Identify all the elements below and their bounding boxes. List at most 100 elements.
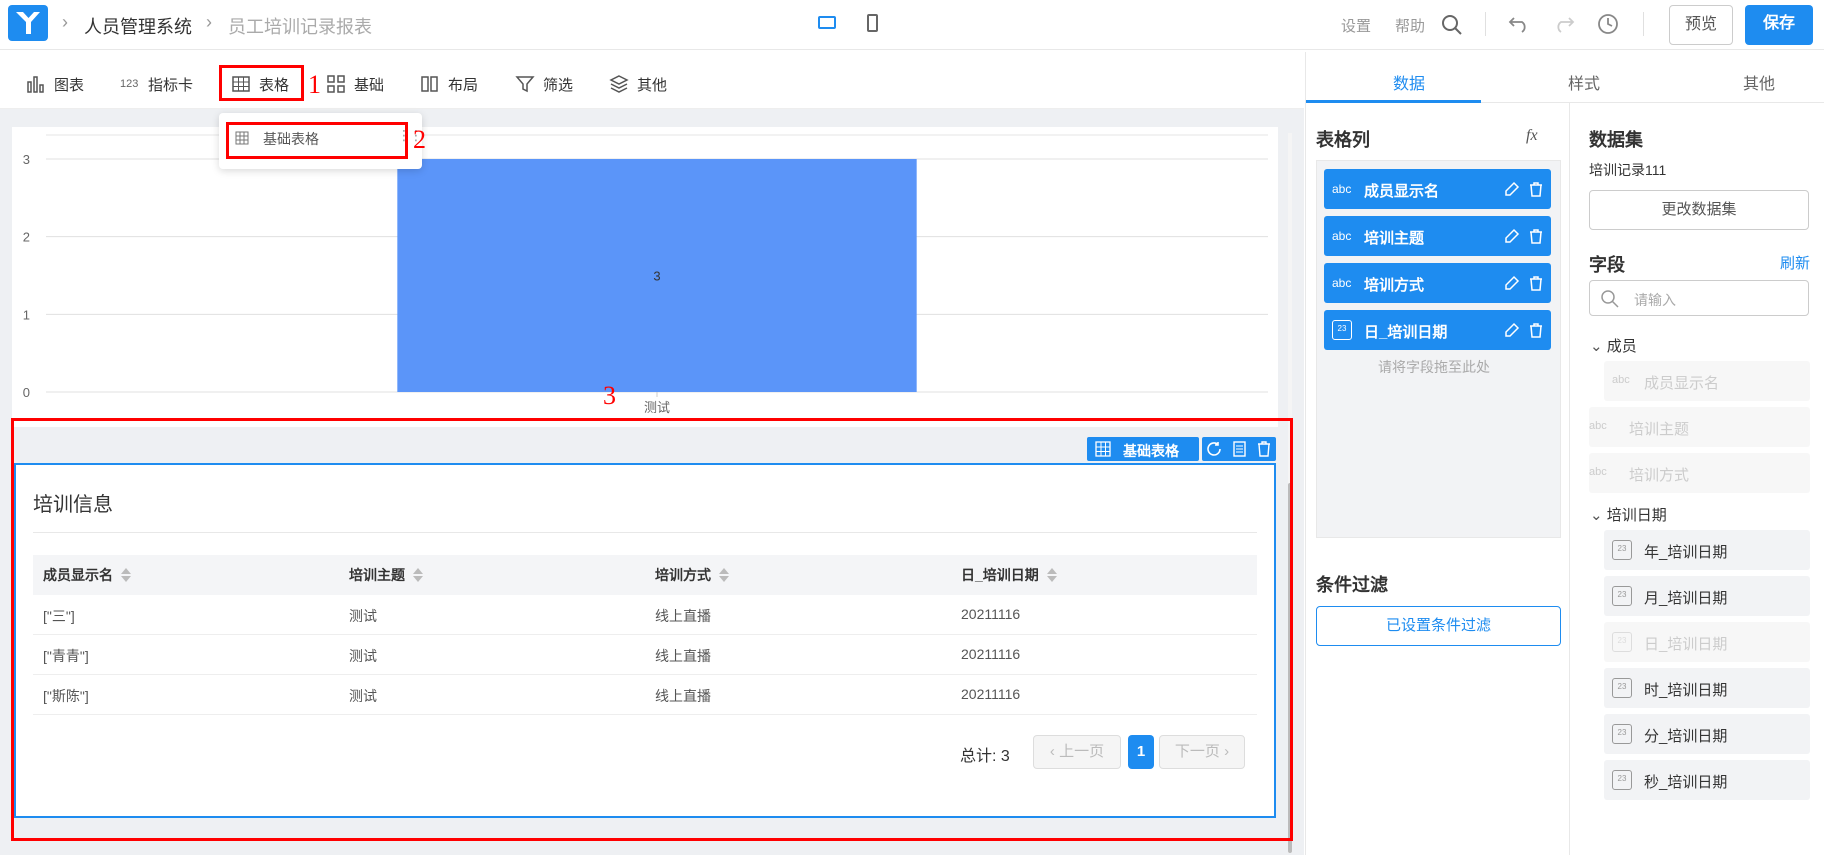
toolbar-other[interactable]: 其他: [609, 74, 667, 94]
field-group-label: 培训日期: [1606, 507, 1667, 524]
toolbar-chart[interactable]: 图表: [26, 74, 84, 94]
annotation-number: 3: [603, 381, 616, 410]
divider: [1485, 12, 1486, 36]
bar-chart-widget[interactable]: 0 1 2 3 3 测试: [12, 127, 1278, 427]
bar-chart-icon: [27, 76, 44, 93]
highlight-box-table-widget: [11, 418, 1293, 841]
breadcrumb-report[interactable]: 员工培训记录报表: [228, 13, 372, 39]
edit-icon[interactable]: [1504, 322, 1520, 338]
property-tabs: 数据 样式 其他: [1305, 52, 1824, 103]
field-item-label: 日_培训日期: [1644, 636, 1728, 653]
column-field-chip[interactable]: abc 成员显示名: [1324, 169, 1551, 209]
field-item-label: 年_培训日期: [1644, 544, 1728, 561]
toolbar-layout-label: 布局: [448, 76, 479, 94]
change-dataset-button[interactable]: 更改数据集: [1589, 190, 1809, 230]
field-item[interactable]: abc 成员显示名: [1604, 361, 1810, 401]
calendar-icon: 23: [1612, 632, 1632, 652]
columns-title: 表格列: [1316, 130, 1370, 150]
column-field-chip[interactable]: abc 培训方式: [1324, 263, 1551, 303]
refresh-link[interactable]: 刷新: [1780, 252, 1810, 273]
edit-icon[interactable]: [1504, 181, 1520, 197]
data-label: 3: [653, 269, 660, 284]
fields-title: 字段: [1589, 255, 1625, 275]
field-item[interactable]: 23 月_培训日期: [1604, 576, 1810, 616]
edit-icon[interactable]: [1504, 228, 1520, 244]
toolbar-filter-label: 筛选: [543, 76, 574, 94]
toolbar-basic[interactable]: 基础: [326, 74, 384, 94]
field-item-label: 培训方式: [1629, 467, 1690, 484]
field-item[interactable]: 23 年_培训日期: [1604, 530, 1810, 570]
field-search-input[interactable]: 请输入: [1589, 280, 1809, 316]
text-type-icon: abc: [1612, 374, 1630, 386]
layers-icon: [609, 75, 629, 93]
field-item[interactable]: abc 培训主题: [1589, 407, 1810, 447]
column-field-label: 培训主题: [1364, 230, 1425, 247]
y-tick-label: 3: [23, 152, 30, 167]
mobile-view-icon[interactable]: [867, 14, 878, 32]
redo-icon[interactable]: [1553, 15, 1575, 33]
tab-other[interactable]: 其他: [1743, 70, 1775, 94]
text-type-icon: abc: [1589, 420, 1607, 432]
save-button[interactable]: 保存: [1745, 5, 1813, 45]
breadcrumb-system[interactable]: 人员管理系统: [84, 13, 192, 39]
delete-icon[interactable]: [1528, 181, 1544, 197]
dataset-panel: 数据集 培训记录111 更改数据集 字段 刷新 请输入 ⌄ 成员 abc 成员显示…: [1570, 103, 1824, 855]
y-tick-label: 2: [23, 230, 30, 245]
delete-icon[interactable]: [1528, 228, 1544, 244]
field-item[interactable]: 23 日_培训日期: [1604, 622, 1810, 662]
toolbar-filter[interactable]: 筛选: [515, 74, 573, 94]
column-field-label: 日_培训日期: [1364, 324, 1448, 341]
chevron-down-icon: ⌄: [1590, 507, 1607, 524]
toolbar-other-label: 其他: [637, 76, 668, 94]
toolbar-basic-label: 基础: [354, 76, 385, 94]
delete-icon[interactable]: [1528, 322, 1544, 338]
help-link[interactable]: 帮助: [1395, 15, 1425, 36]
text-type-icon: abc: [1589, 466, 1607, 478]
column-field-chip[interactable]: abc 培训主题: [1324, 216, 1551, 256]
divider: [1643, 12, 1644, 36]
field-item[interactable]: abc 培训方式: [1589, 453, 1810, 493]
calendar-icon: 23: [1612, 586, 1632, 606]
highlight-box-basic-table: [226, 122, 408, 159]
desktop-view-icon[interactable]: [818, 16, 836, 29]
condition-filter-button[interactable]: 已设置条件过滤: [1316, 606, 1561, 646]
chevron-down-icon: ⌄: [1590, 338, 1607, 355]
component-toolbar: 图表 123 指标卡 表格 基础 布局 筛选 其他: [0, 52, 1304, 109]
undo-icon[interactable]: [1508, 15, 1530, 33]
y-tick-label: 0: [23, 385, 30, 400]
field-item[interactable]: 23 时_培训日期: [1604, 668, 1810, 708]
preview-button[interactable]: 预览: [1669, 5, 1733, 45]
grid-icon: [327, 75, 345, 93]
toolbar-chart-label: 图表: [54, 76, 85, 94]
calendar-icon: 23: [1612, 770, 1632, 790]
delete-icon[interactable]: [1528, 275, 1544, 291]
app-logo[interactable]: [8, 5, 48, 41]
x-tick-label: 测试: [644, 400, 670, 415]
field-item[interactable]: 23 分_培训日期: [1604, 714, 1810, 754]
field-item[interactable]: 23 秒_培训日期: [1604, 760, 1810, 800]
column-field-label: 成员显示名: [1364, 183, 1440, 200]
filter-title: 条件过滤: [1316, 575, 1388, 595]
field-group-label: 成员: [1606, 338, 1637, 355]
filter-icon: [515, 76, 535, 93]
edit-icon[interactable]: [1504, 275, 1520, 291]
field-item-label: 成员显示名: [1644, 375, 1720, 392]
field-group-training-date[interactable]: ⌄ 培训日期: [1590, 504, 1667, 525]
y-tick-label: 1: [23, 307, 30, 322]
history-icon[interactable]: [1597, 13, 1619, 35]
settings-link[interactable]: 设置: [1341, 15, 1371, 36]
text-type-icon: abc: [1332, 182, 1352, 196]
tab-data[interactable]: 数据: [1393, 70, 1425, 94]
drop-hint: 请将字段拖至此处: [1378, 359, 1490, 375]
field-group-member[interactable]: ⌄ 成员: [1590, 335, 1637, 356]
dataset-title: 数据集: [1589, 130, 1643, 150]
formula-icon[interactable]: fx: [1526, 127, 1538, 145]
toolbar-indicator[interactable]: 123 指标卡: [120, 74, 193, 94]
tab-style[interactable]: 样式: [1568, 70, 1600, 94]
column-field-chip[interactable]: 23 日_培训日期: [1324, 310, 1551, 350]
highlight-box-table: [219, 65, 304, 101]
text-type-icon: abc: [1332, 229, 1352, 243]
search-icon[interactable]: [1441, 14, 1463, 36]
toolbar-layout[interactable]: 布局: [420, 74, 478, 94]
field-item-label: 秒_培训日期: [1644, 774, 1728, 791]
